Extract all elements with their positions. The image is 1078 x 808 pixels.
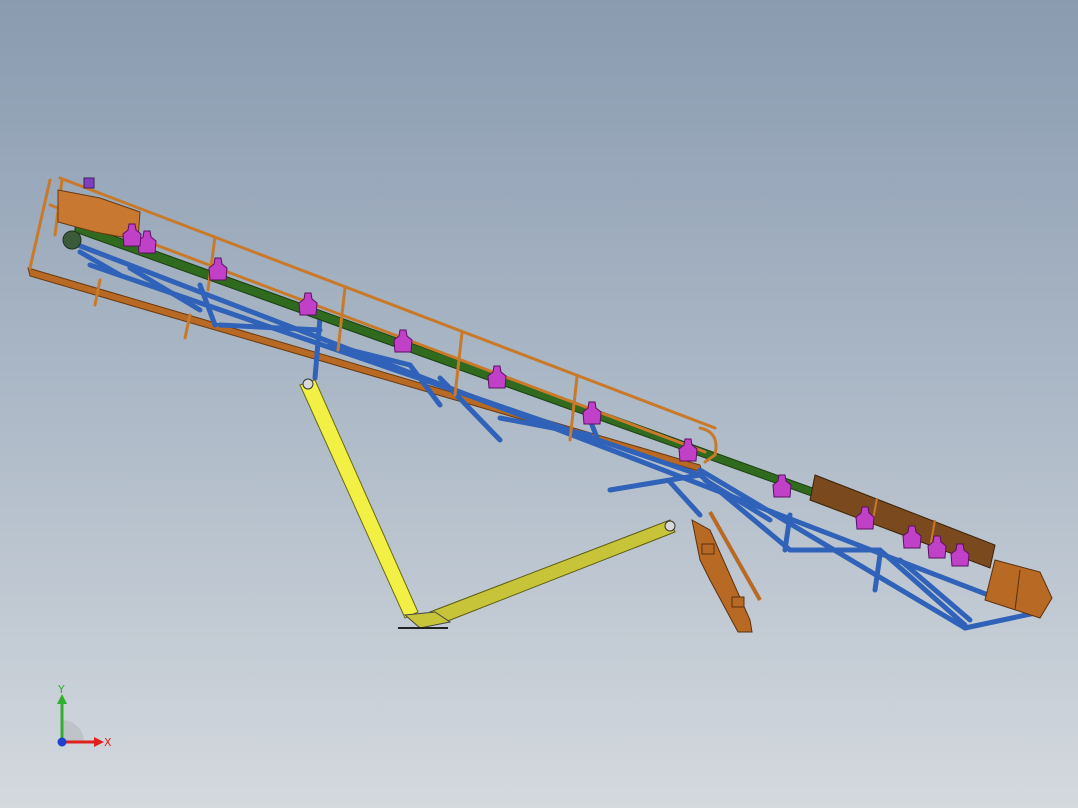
z-axis-dot <box>57 737 67 747</box>
conveyor-model[interactable] <box>0 0 1078 808</box>
x-axis-label: X <box>104 736 112 749</box>
rear-leg[interactable] <box>691 511 762 633</box>
cad-viewport[interactable]: Y X <box>0 0 1078 808</box>
idler[interactable] <box>298 292 318 316</box>
y-axis-label: Y <box>57 683 65 696</box>
idler[interactable] <box>393 329 413 353</box>
idler[interactable] <box>582 401 602 425</box>
idler[interactable] <box>487 365 507 389</box>
coordinate-triad: Y X <box>57 683 112 749</box>
support-strut-yellow[interactable] <box>299 378 419 619</box>
tail-box[interactable] <box>984 559 1053 619</box>
x-axis-arrowhead <box>94 737 104 747</box>
support-strut-olive[interactable] <box>429 519 676 625</box>
triad-plane-shading <box>62 720 84 742</box>
